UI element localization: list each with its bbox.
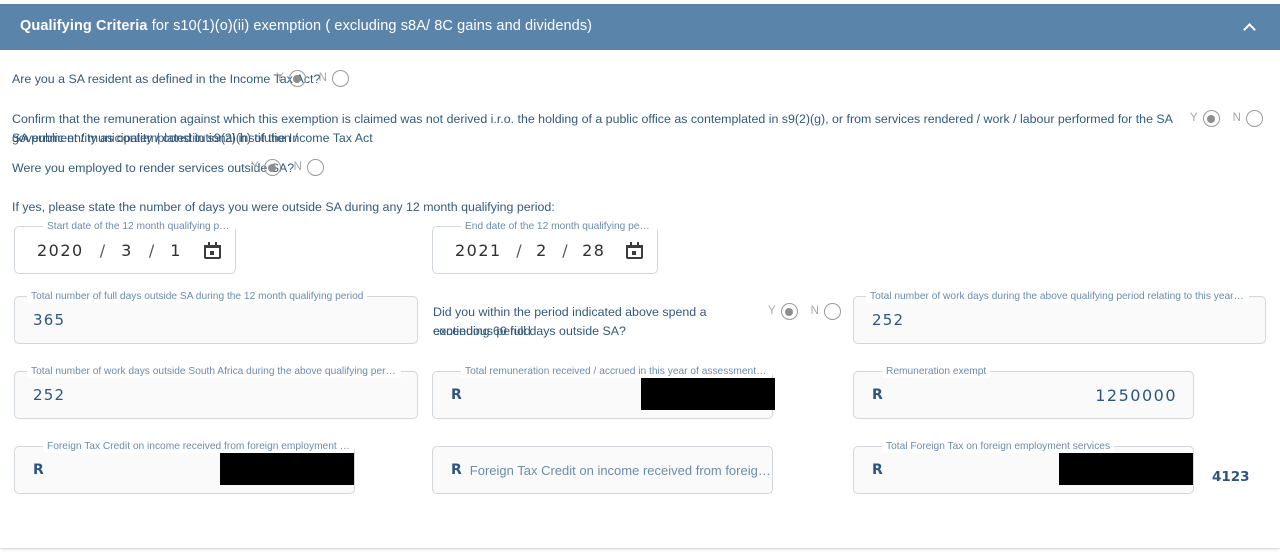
calendar-icon[interactable] [625, 241, 643, 259]
work-days-outside-value[interactable]: 252 [15, 386, 65, 404]
panel-body: Are you a SA resident as defined in the … [0, 50, 1280, 549]
full-days-outside-label: Total number of full days outside SA dur… [27, 290, 368, 303]
calendar-tick-left [629, 241, 632, 246]
start-date-month[interactable]: 3 [121, 241, 133, 260]
remuneration-exempt-value[interactable]: 1250000 [883, 386, 1193, 405]
radio-yes-services-outside[interactable] [263, 159, 281, 176]
full-days-outside-field[interactable]: Total number of full days outside SA dur… [14, 290, 418, 344]
radio-no-services-outside[interactable] [306, 159, 324, 176]
redaction-box [1059, 453, 1193, 485]
question-sa-resident-label: Are you a SA resident as defined in the … [12, 72, 321, 86]
start-date-year[interactable]: 2020 [37, 241, 84, 260]
end-date-field[interactable]: End date of the 12 month qualifying peri… [432, 220, 658, 274]
start-date-inputs[interactable]: 2020 / 3 / 1 [15, 241, 235, 260]
redaction-box [641, 378, 775, 410]
calendar-tick-right [214, 241, 217, 246]
qualifying-criteria-panel: Qualifying Criteria for s10(1)(o)(ii) ex… [0, 0, 1280, 557]
start-date-field[interactable]: Start date of the 12 month qualifying pe… [14, 220, 236, 274]
currency-symbol: R [33, 462, 44, 478]
radio-group-sa-resident[interactable]: Y N [276, 70, 349, 87]
radio-yes-60-days[interactable] [780, 303, 798, 320]
radio-label-no: N [810, 304, 819, 317]
panel-header[interactable]: Qualifying Criteria for s10(1)(o)(ii) ex… [0, 4, 1280, 50]
end-date-inputs[interactable]: 2021 / 2 / 28 [433, 241, 657, 260]
full-days-outside-value[interactable]: 365 [15, 311, 65, 329]
currency-symbol: R [872, 462, 883, 478]
radio-yes-public-office[interactable] [1202, 110, 1220, 127]
radio-label-yes: Y [276, 71, 284, 84]
currency-symbol: R [451, 462, 462, 478]
currency-symbol: R [872, 387, 883, 403]
redaction-box [220, 453, 354, 485]
calendar-top [203, 244, 221, 248]
question-60-days-line2: exceeding 60 full days outside SA? [433, 324, 626, 338]
work-days-qualifying-label: Total number of work days during the abo… [866, 290, 1249, 303]
foreign-tax-credit-1-field[interactable]: Foreign Tax Credit on income received fr… [14, 440, 355, 494]
total-remuneration-field[interactable]: Total remuneration received / accrued in… [432, 365, 775, 419]
start-date-label: Start date of the 12 month qualifying pe… [43, 220, 235, 233]
calendar-dot [631, 250, 636, 255]
foreign-tax-credit-2-field[interactable]: R Foreign Tax Credit on income received … [432, 446, 773, 494]
question-days-outside-intro: If yes, please state the number of days … [12, 200, 555, 214]
end-date-day[interactable]: 28 [582, 241, 605, 260]
radio-no-sa-resident[interactable] [331, 70, 349, 87]
radio-label-no: N [318, 71, 327, 84]
radio-label-yes: Y [1190, 111, 1198, 124]
end-date-year[interactable]: 2021 [455, 241, 502, 260]
work-days-outside-field[interactable]: Total number of work days outside South … [14, 365, 418, 419]
total-foreign-tax-field[interactable]: Total Foreign Tax on foreign employment … [853, 440, 1194, 494]
radio-label-no: N [293, 160, 302, 173]
radio-yes-sa-resident[interactable] [288, 70, 306, 87]
total-remuneration-label: Total remuneration received / accrued in… [461, 365, 772, 378]
currency-symbol: R [451, 387, 462, 403]
calendar-tick-left [207, 241, 210, 246]
remuneration-exempt-field[interactable]: Remuneration exempt R 1250000 [853, 365, 1194, 419]
page-title: Qualifying Criteria for s10(1)(o)(ii) ex… [20, 18, 592, 35]
foreign-tax-credit-2-placeholder[interactable]: Foreign Tax Credit on income received fr… [462, 463, 772, 478]
start-date-day[interactable]: 1 [170, 241, 182, 260]
page-title-rest: for s10(1)(o)(ii) exemption ( excluding … [147, 18, 593, 35]
end-date-label: End date of the 12 month qualifying peri… [461, 220, 657, 233]
radio-no-60-days[interactable] [823, 303, 841, 320]
radio-label-yes: Y [768, 304, 776, 317]
radio-no-public-office[interactable] [1245, 110, 1263, 127]
radio-group-60-days[interactable]: Y N [768, 303, 841, 320]
question-public-office-line2: SA public entity as contemplated in s9(2… [12, 131, 373, 145]
foreign-tax-credit-1-label: Foreign Tax Credit on income received fr… [43, 440, 354, 453]
radio-group-public-office[interactable]: Y N [1190, 110, 1263, 127]
work-days-outside-label: Total number of work days outside South … [27, 365, 401, 378]
page-title-bold: Qualifying Criteria [20, 18, 148, 35]
work-days-qualifying-value[interactable]: 252 [854, 311, 904, 329]
radio-group-services-outside[interactable]: Y N [251, 159, 324, 176]
total-foreign-tax-label: Total Foreign Tax on foreign employment … [882, 440, 1115, 453]
remuneration-exempt-label: Remuneration exempt [882, 365, 991, 378]
collapse-button[interactable] [1236, 14, 1262, 40]
end-date-month[interactable]: 2 [536, 241, 548, 260]
calendar-tick-right [636, 241, 639, 246]
total-foreign-tax-outside-value: 4123 [1212, 469, 1250, 485]
calendar-top [625, 244, 643, 248]
calendar-icon[interactable] [203, 241, 221, 259]
chevron-up-icon [1242, 22, 1256, 36]
work-days-qualifying-field[interactable]: Total number of work days during the abo… [853, 290, 1266, 344]
date-separator: / [99, 240, 106, 260]
radio-label-no: N [1232, 111, 1241, 124]
calendar-dot [209, 250, 214, 255]
date-separator: / [562, 240, 568, 260]
date-separator: / [148, 240, 155, 260]
date-separator: / [516, 240, 522, 260]
radio-label-yes: Y [251, 160, 259, 173]
